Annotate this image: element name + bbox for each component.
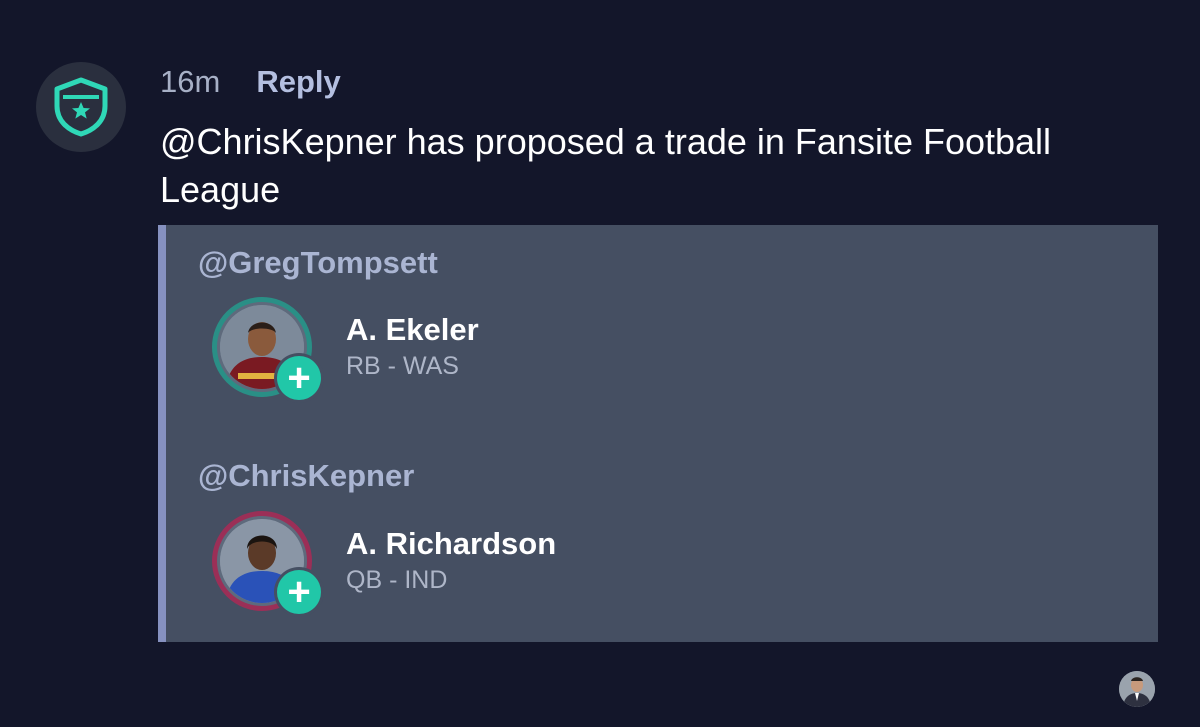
reply-button[interactable]: Reply xyxy=(256,64,340,100)
player-position-team: QB - IND xyxy=(346,566,448,594)
trade-side-user[interactable]: @ChrisKepner xyxy=(198,458,414,494)
trade-player-row[interactable]: + A. Richardson QB - IND xyxy=(212,511,556,614)
trade-card: @GregTompsett + A. Ekeler RB - WAS @Chri… xyxy=(158,225,1158,642)
comment-meta: 16m Reply xyxy=(160,64,341,100)
add-player-button[interactable]: + xyxy=(277,570,321,614)
player-info: A. Richardson QB - IND xyxy=(346,525,556,597)
league-avatar[interactable] xyxy=(36,62,126,152)
player-info: A. Ekeler RB - WAS xyxy=(346,311,479,383)
trade-side-user[interactable]: @GregTompsett xyxy=(198,245,438,281)
add-player-button[interactable]: + xyxy=(277,356,321,400)
player-headshot: + xyxy=(212,511,321,614)
player-name: A. Richardson xyxy=(346,526,557,561)
player-name: A. Ekeler xyxy=(346,312,479,347)
comment-message: @ChrisKepner has proposed a trade in Fan… xyxy=(160,121,1052,210)
player-position-team: RB - WAS xyxy=(346,352,459,380)
current-user-avatar[interactable] xyxy=(1119,671,1155,707)
shield-star-icon xyxy=(54,77,108,137)
comment-timestamp: 16m xyxy=(160,64,221,99)
trade-player-row[interactable]: + A. Ekeler RB - WAS xyxy=(212,297,479,400)
player-headshot: + xyxy=(212,297,321,400)
